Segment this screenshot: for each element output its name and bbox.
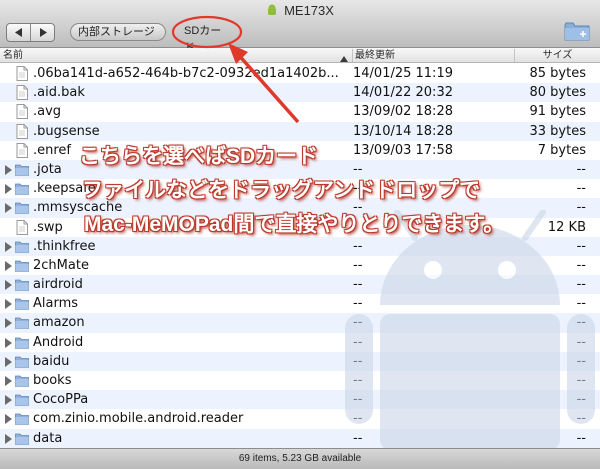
folder-icon (15, 296, 29, 311)
document-icon (15, 219, 29, 235)
forward-button[interactable] (30, 24, 54, 41)
file-modified: 13/09/03 17:58 (353, 142, 453, 158)
status-text: 69 items, 5.23 GB available (238, 453, 362, 464)
file-modified: 14/01/22 20:32 (353, 85, 453, 101)
folder-icon (15, 411, 29, 426)
android-robot-watermark-icon (345, 210, 595, 450)
window-toolbar: ME173X 内部ストレージ SDカード (0, 0, 600, 54)
folder-icon (15, 162, 29, 177)
file-row[interactable]: .06ba141d-a652-464b-b7c2-0932ed1a1402b..… (0, 64, 600, 83)
file-modified: 14/01/25 11:19 (353, 66, 453, 81)
file-name: .thinkfree (33, 238, 96, 254)
folder-icon (15, 431, 29, 446)
back-button[interactable] (7, 24, 30, 41)
navigation-buttons (6, 23, 55, 42)
name-column-header[interactable]: 名前 (3, 49, 349, 62)
disclosure-triangle-icon[interactable] (5, 260, 12, 271)
sd-card-button[interactable]: SDカード (177, 23, 237, 54)
file-name: com.zinio.mobile.android.reader (33, 411, 244, 427)
file-row[interactable]: .avg 13/09/02 18:28 91 bytes (0, 102, 600, 121)
file-row[interactable]: .aid.bak 14/01/22 20:32 80 bytes (0, 83, 600, 103)
disclosure-triangle-icon[interactable] (5, 280, 12, 291)
size-column-header[interactable]: サイズ (514, 49, 600, 62)
column-header: 名前 最終更新 サイズ (0, 48, 600, 63)
file-name: baidu (33, 353, 70, 369)
disclosure-triangle-icon[interactable] (5, 318, 12, 329)
modified-column-header[interactable]: 最終更新 (352, 49, 512, 62)
internal-storage-button[interactable]: 内部ストレージ (70, 23, 166, 41)
file-size: 33 bytes (529, 123, 587, 139)
annotation-line-1: こちらを選べばSDカード (79, 145, 319, 168)
file-size: -- (576, 161, 586, 177)
folder-icon (15, 258, 29, 273)
file-modified: 13/10/14 18:28 (353, 123, 453, 139)
file-modified: 13/09/02 18:28 (353, 104, 453, 120)
file-row[interactable]: .bugsense 13/10/14 18:28 33 bytes (0, 121, 600, 141)
folder-icon (15, 239, 29, 254)
disclosure-triangle-icon[interactable] (5, 203, 12, 214)
new-folder-icon[interactable] (564, 20, 590, 42)
disclosure-triangle-icon[interactable] (5, 395, 12, 406)
file-size: 85 bytes (529, 66, 587, 81)
folder-icon (15, 335, 29, 350)
document-icon (15, 85, 29, 101)
document-icon (15, 66, 29, 81)
file-size: 91 bytes (529, 104, 587, 120)
folder-icon (15, 354, 29, 369)
file-name: 2chMate (33, 257, 89, 273)
file-name: Alarms (33, 296, 79, 312)
file-name: .bugsense (33, 123, 100, 139)
disclosure-triangle-icon[interactable] (5, 299, 12, 310)
annotation-line-3: Mac-MeMOPad間で直接やりとりできます。 (84, 213, 505, 236)
file-name: Android (33, 334, 84, 350)
disclosure-triangle-icon[interactable] (5, 356, 12, 367)
folder-icon (15, 181, 29, 196)
file-name: airdroid (33, 277, 83, 293)
disclosure-triangle-icon[interactable] (5, 184, 12, 195)
folder-icon (15, 315, 29, 330)
folder-icon (15, 200, 29, 215)
disclosure-triangle-icon[interactable] (5, 164, 12, 175)
folder-icon (15, 373, 29, 388)
folder-icon (15, 392, 29, 407)
forward-arrow-icon (39, 28, 47, 37)
sort-ascending-icon (340, 49, 348, 62)
file-name: amazon (33, 315, 85, 331)
back-arrow-icon (14, 28, 22, 37)
disclosure-triangle-icon[interactable] (5, 241, 12, 252)
disclosure-triangle-icon[interactable] (5, 337, 12, 348)
document-icon (15, 104, 29, 120)
file-name: .06ba141d-a652-464b-b7c2-0932ed1a1402b..… (33, 66, 339, 81)
file-name: books (33, 373, 72, 388)
file-name: data (33, 430, 63, 446)
disclosure-triangle-icon[interactable] (5, 376, 12, 386)
file-size: 7 bytes (537, 142, 586, 158)
window-title-text: ME173X (284, 3, 334, 18)
file-name: CocoPPa (33, 392, 89, 408)
folder-icon (15, 277, 29, 292)
disclosure-triangle-icon[interactable] (5, 414, 12, 425)
annotation-line-2: ファイルなどをドラッグアンドドロップで (82, 179, 481, 202)
file-name: .avg (33, 104, 62, 120)
android-app-icon (268, 4, 277, 15)
status-bar: 69 items, 5.23 GB available (0, 448, 600, 469)
file-name: .aid.bak (33, 85, 85, 101)
window-title: ME173X (0, 3, 600, 18)
file-size: 80 bytes (529, 85, 587, 101)
disclosure-triangle-icon[interactable] (5, 433, 12, 444)
document-icon (15, 142, 29, 158)
file-size: -- (576, 181, 586, 197)
document-icon (15, 123, 29, 139)
